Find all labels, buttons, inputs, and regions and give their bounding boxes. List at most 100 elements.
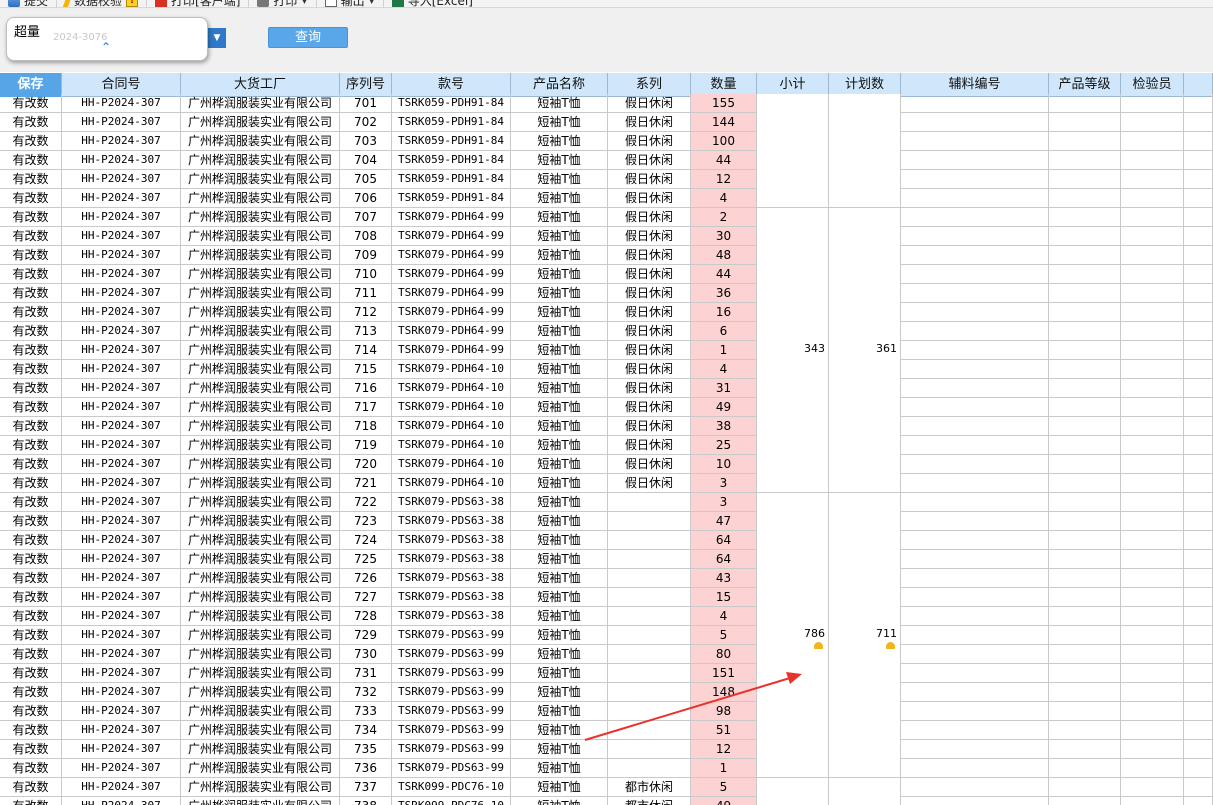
cell-contract-no[interactable]: HH-P2024-307 [62, 512, 181, 531]
cell-serial-no[interactable]: 712 [340, 303, 392, 322]
cell-style-no[interactable]: TSRK079-PDH64-99 [392, 303, 511, 322]
cell-save[interactable]: 有改数 [0, 170, 62, 189]
cell-serial-no[interactable]: 738 [340, 797, 392, 805]
cell-grade[interactable] [1049, 778, 1121, 797]
cell-inspector[interactable] [1121, 778, 1184, 797]
cell-contract-no[interactable]: HH-P2024-307 [62, 759, 181, 778]
cell-grade[interactable] [1049, 227, 1121, 246]
cell-contract-no[interactable]: HH-P2024-307 [62, 208, 181, 227]
cell-factory[interactable]: 广州桦润服装实业有限公司 [181, 265, 340, 284]
cell-grade[interactable] [1049, 607, 1121, 626]
cell-accessory-no[interactable] [901, 284, 1049, 303]
cell-quantity[interactable]: 1 [691, 759, 757, 778]
cell-series[interactable]: 假日休闲 [608, 246, 691, 265]
cell-grade[interactable] [1049, 588, 1121, 607]
merged-plan-qty-cell[interactable] [829, 778, 901, 805]
cell-factory[interactable]: 广州桦润服装实业有限公司 [181, 569, 340, 588]
cell-quantity[interactable]: 144 [691, 113, 757, 132]
cell-style-no[interactable]: TSRK059-PDH91-84 [392, 113, 511, 132]
cell-quantity[interactable]: 38 [691, 417, 757, 436]
cell-grade[interactable] [1049, 132, 1121, 151]
cell-product-name[interactable]: 短袖T恤 [511, 113, 608, 132]
cell-grade[interactable] [1049, 493, 1121, 512]
cell-style-no[interactable]: TSRK079-PDH64-10 [392, 360, 511, 379]
cell-save[interactable]: 有改数 [0, 322, 62, 341]
table-row[interactable]: 有改数 HH-P2024-307 广州桦润服装实业有限公司 733 TSRK079-PD… [0, 702, 1213, 721]
cell-factory[interactable]: 广州桦润服装实业有限公司 [181, 645, 340, 664]
cell-contract-no[interactable]: HH-P2024-307 [62, 531, 181, 550]
table-row[interactable]: 有改数 HH-P2024-307 广州桦润服装实业有限公司 705 TSRK059-PD… [0, 170, 1213, 189]
cell-contract-no[interactable]: HH-P2024-307 [62, 683, 181, 702]
cell-series[interactable]: 假日休闲 [608, 189, 691, 208]
cell-series[interactable]: 假日休闲 [608, 113, 691, 132]
table-row[interactable]: 有改数 HH-P2024-307 广州桦润服装实业有限公司 707 TSRK079-PD… [0, 208, 1213, 227]
cell-contract-no[interactable]: HH-P2024-307 [62, 607, 181, 626]
cell-series[interactable]: 假日休闲 [608, 265, 691, 284]
cell-accessory-no[interactable] [901, 341, 1049, 360]
cell-product-name[interactable]: 短袖T恤 [511, 778, 608, 797]
cell-grade[interactable] [1049, 740, 1121, 759]
cell-accessory-no[interactable] [901, 170, 1049, 189]
cell-save[interactable]: 有改数 [0, 208, 62, 227]
cell-grade[interactable] [1049, 189, 1121, 208]
cell-accessory-no[interactable] [901, 588, 1049, 607]
cell-style-no[interactable]: TSRK079-PDS63-99 [392, 645, 511, 664]
cell-save[interactable]: 有改数 [0, 512, 62, 531]
cell-series[interactable] [608, 550, 691, 569]
cell-contract-no[interactable]: HH-P2024-307 [62, 797, 181, 805]
cell-style-no[interactable]: TSRK079-PDH64-10 [392, 455, 511, 474]
cell-series[interactable] [608, 588, 691, 607]
cell-accessory-no[interactable] [901, 265, 1049, 284]
cell-product-name[interactable]: 短袖T恤 [511, 797, 608, 805]
cell-factory[interactable]: 广州桦润服装实业有限公司 [181, 493, 340, 512]
cell-serial-no[interactable]: 721 [340, 474, 392, 493]
table-row[interactable]: 有改数 HH-P2024-307 广州桦润服装实业有限公司 726 TSRK079-PD… [0, 569, 1213, 588]
table-row[interactable]: 有改数 HH-P2024-307 广州桦润服装实业有限公司 729 TSRK079-PD… [0, 626, 1213, 645]
cell-save[interactable]: 有改数 [0, 398, 62, 417]
table-row[interactable]: 有改数 HH-P2024-307 广州桦润服装实业有限公司 701 TSRK059-PD… [0, 94, 1213, 113]
cell-save[interactable]: 有改数 [0, 759, 62, 778]
cell-accessory-no[interactable] [901, 208, 1049, 227]
table-row[interactable]: 有改数 HH-P2024-307 广州桦润服装实业有限公司 718 TSRK079-PD… [0, 417, 1213, 436]
table-row[interactable]: 有改数 HH-P2024-307 广州桦润服装实业有限公司 725 TSRK079-PD… [0, 550, 1213, 569]
cell-style-no[interactable]: TSRK079-PDS63-99 [392, 702, 511, 721]
cell-series[interactable] [608, 683, 691, 702]
cell-series[interactable]: 假日休闲 [608, 227, 691, 246]
cell-product-name[interactable]: 短袖T恤 [511, 512, 608, 531]
cell-inspector[interactable] [1121, 436, 1184, 455]
cell-product-name[interactable]: 短袖T恤 [511, 702, 608, 721]
cell-style-no[interactable]: TSRK079-PDH64-99 [392, 322, 511, 341]
cell-serial-no[interactable]: 732 [340, 683, 392, 702]
cell-accessory-no[interactable] [901, 493, 1049, 512]
cell-serial-no[interactable]: 708 [340, 227, 392, 246]
table-row[interactable]: 有改数 HH-P2024-307 广州桦润服装实业有限公司 720 TSRK079-PD… [0, 455, 1213, 474]
cell-serial-no[interactable]: 730 [340, 645, 392, 664]
cell-accessory-no[interactable] [901, 683, 1049, 702]
cell-accessory-no[interactable] [901, 759, 1049, 778]
cell-style-no[interactable]: TSRK059-PDH91-84 [392, 170, 511, 189]
cell-factory[interactable]: 广州桦润服装实业有限公司 [181, 284, 340, 303]
cell-quantity[interactable]: 151 [691, 664, 757, 683]
cell-inspector[interactable] [1121, 721, 1184, 740]
cell-grade[interactable] [1049, 265, 1121, 284]
cell-quantity[interactable]: 1 [691, 341, 757, 360]
cell-product-name[interactable]: 短袖T恤 [511, 265, 608, 284]
cell-style-no[interactable]: TSRK079-PDH64-99 [392, 246, 511, 265]
chevron-up-icon[interactable]: ⌃ [101, 40, 111, 54]
cell-accessory-no[interactable] [901, 189, 1049, 208]
table-row[interactable]: 有改数 HH-P2024-307 广州桦润服装实业有限公司 711 TSRK079-PD… [0, 284, 1213, 303]
table-row[interactable]: 有改数 HH-P2024-307 广州桦润服装实业有限公司 728 TSRK079-PD… [0, 607, 1213, 626]
cell-product-name[interactable]: 短袖T恤 [511, 227, 608, 246]
cell-grade[interactable] [1049, 322, 1121, 341]
cell-style-no[interactable]: TSRK079-PDH64-99 [392, 227, 511, 246]
cell-serial-no[interactable]: 736 [340, 759, 392, 778]
cell-factory[interactable]: 广州桦润服装实业有限公司 [181, 303, 340, 322]
cell-contract-no[interactable]: HH-P2024-307 [62, 360, 181, 379]
cell-product-name[interactable]: 短袖T恤 [511, 189, 608, 208]
cell-series[interactable]: 假日休闲 [608, 379, 691, 398]
query-button[interactable]: 查询 [268, 27, 348, 48]
cell-inspector[interactable] [1121, 455, 1184, 474]
table-row[interactable]: 有改数 HH-P2024-307 广州桦润服装实业有限公司 708 TSRK079-PD… [0, 227, 1213, 246]
cell-contract-no[interactable]: HH-P2024-307 [62, 417, 181, 436]
cell-product-name[interactable]: 短袖T恤 [511, 94, 608, 113]
